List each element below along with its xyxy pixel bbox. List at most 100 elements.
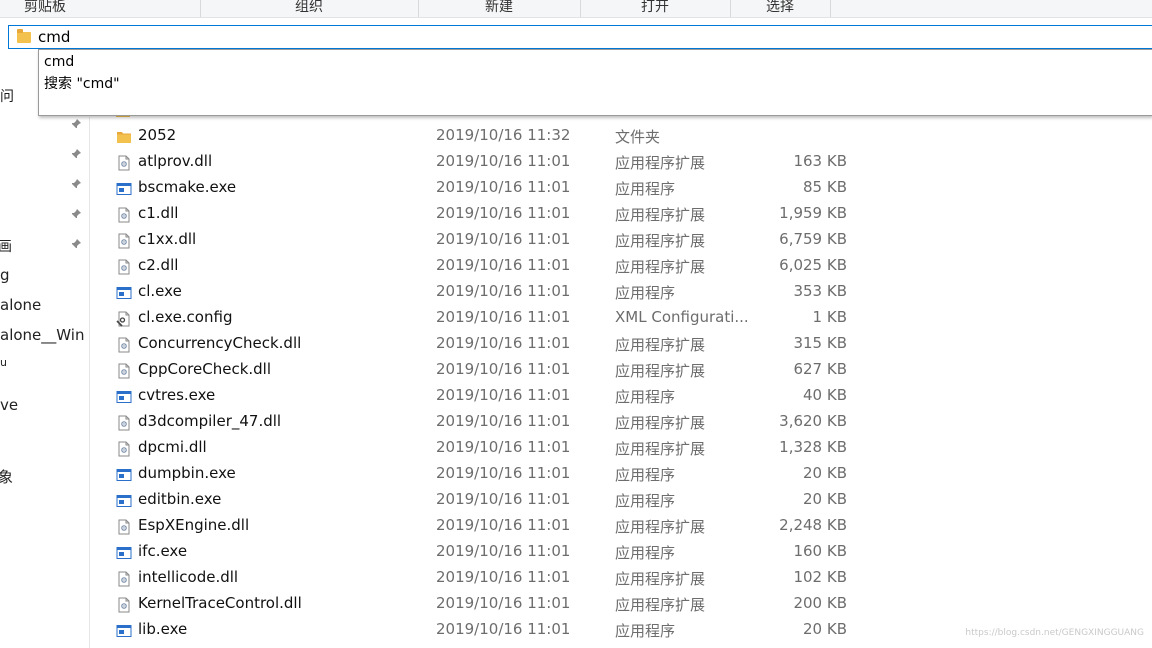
file-type: 应用程序扩展 [615,154,706,172]
file-row[interactable]: CppCoreCheck.dll 2019/10/16 11:01 应用程序扩展 62… [0,358,1152,384]
exe-icon [116,181,132,197]
file-date: 2019/10/16 11:01 [436,594,571,612]
file-row[interactable]: ifc.exe 2019/10/16 11:01 应用程序 160 KB [0,540,1152,566]
file-name: dumpbin.exe [138,464,236,482]
ribbon-group-open[interactable]: 打开 [580,0,731,17]
file-row[interactable]: cvtres.exe 2019/10/16 11:01 应用程序 40 KB [0,384,1152,410]
file-row[interactable]: c1.dll 2019/10/16 11:01 应用程序扩展 1,959 KB [0,202,1152,228]
file-size: 1,328 KB [779,438,847,456]
dll-icon [116,337,132,353]
file-row[interactable]: KernelTraceControl.dll 2019/10/16 11:01 应用… [0,592,1152,618]
file-name: dpcmi.dll [138,438,207,456]
address-input[interactable] [38,27,1038,47]
dll-icon [116,519,132,535]
file-date: 2019/10/16 11:01 [436,490,571,508]
file-type: 应用程序扩展 [615,570,706,588]
ribbon-group-clipboard[interactable]: 剪贴板 [0,0,201,17]
autocomplete-option-cmd[interactable]: cmd [44,51,74,73]
file-row[interactable]: bscmake.exe 2019/10/16 11:01 应用程序 85 KB [0,176,1152,202]
file-name: cvtres.exe [138,386,216,404]
file-row[interactable]: editbin.exe 2019/10/16 11:01 应用程序 20 KB [0,488,1152,514]
watermark: https://blog.csdn.net/GENGXINGGUANG [965,628,1144,638]
file-type: 应用程序扩展 [615,206,706,224]
file-date: 2019/10/16 11:01 [436,620,571,638]
file-date: 2019/10/16 11:01 [436,230,571,248]
dll-icon [116,233,132,249]
file-date: 2019/10/16 11:01 [436,360,571,378]
file-row[interactable]: EspXEngine.dll 2019/10/16 11:01 应用程序扩展 2,24… [0,514,1152,540]
file-size: 6,759 KB [779,230,847,248]
file-name: CppCoreCheck.dll [138,360,272,378]
file-name: intellicode.dll [138,568,239,586]
file-date: 2019/10/16 11:01 [436,542,571,560]
dll-icon [116,571,132,587]
exe-icon [116,285,132,301]
dll-icon [116,441,132,457]
ribbon-group-organize[interactable]: 组织 [200,0,419,17]
file-date: 2019/10/16 11:01 [436,178,571,196]
config-icon [116,311,132,327]
file-size: 20 KB [803,464,847,482]
file-type: 应用程序 [615,492,676,510]
file-type: 文件夹 [615,128,661,146]
exe-icon [116,545,132,561]
file-name: c2.dll [138,256,179,274]
file-name: ifc.exe [138,542,188,560]
file-row[interactable]: d3dcompiler_47.dll 2019/10/16 11:01 应用程序扩展… [0,410,1152,436]
ribbon-group-select[interactable]: 选择 [730,0,831,17]
file-row[interactable]: intellicode.dll 2019/10/16 11:01 应用程序扩展 102… [0,566,1152,592]
file-row[interactable]: c1xx.dll 2019/10/16 11:01 应用程序扩展 6,759 KB [0,228,1152,254]
autocomplete-dropdown: cmd 搜索 "cmd" [38,49,1152,116]
file-type: 应用程序扩展 [615,362,706,380]
file-name: cl.exe.config [138,308,233,326]
exe-icon [116,493,132,509]
file-date: 2019/10/16 11:01 [436,204,571,222]
address-bar[interactable] [8,25,1152,49]
exe-icon [116,467,132,483]
file-name: KernelTraceControl.dll [138,594,302,612]
file-type: 应用程序扩展 [615,518,706,536]
file-size: 627 KB [793,360,847,378]
file-date: 2019/10/16 11:01 [436,152,571,170]
file-date: 2019/10/16 11:32 [436,126,571,144]
file-size: 2,248 KB [779,516,847,534]
file-row[interactable]: ConcurrencyCheck.dll 2019/10/16 11:01 应用程序… [0,332,1152,358]
file-row[interactable]: cl.exe.config 2019/10/16 11:01 XML Configu… [0,306,1152,332]
file-row[interactable]: 2052 2019/10/16 11:32 文件夹 [0,124,1152,150]
file-type: 应用程序 [615,544,676,562]
file-row[interactable]: c2.dll 2019/10/16 11:01 应用程序扩展 6,025 KB [0,254,1152,280]
file-name: d3dcompiler_47.dll [138,412,282,430]
file-size: 160 KB [793,542,847,560]
file-row[interactable]: cl.exe 2019/10/16 11:01 应用程序 353 KB [0,280,1152,306]
file-type: 应用程序扩展 [615,258,706,276]
file-size: 353 KB [793,282,847,300]
file-date: 2019/10/16 11:01 [436,282,571,300]
ribbon-bar: 剪贴板 组织 新建 打开 选择 [0,0,1152,18]
file-type: 应用程序 [615,180,676,198]
file-type: 应用程序扩展 [615,596,706,614]
ribbon-group-new[interactable]: 新建 [418,0,581,17]
file-date: 2019/10/16 11:01 [436,412,571,430]
file-row[interactable]: dpcmi.dll 2019/10/16 11:01 应用程序扩展 1,328 KB [0,436,1152,462]
file-type: 应用程序扩展 [615,414,706,432]
file-type: 应用程序扩展 [615,336,706,354]
file-size: 200 KB [793,594,847,612]
file-size: 3,620 KB [779,412,847,430]
file-name: 2052 [138,126,177,144]
exe-icon [116,623,132,639]
file-name: atlprov.dll [138,152,213,170]
nav-item-fragment[interactable]: 问 [0,86,14,106]
dll-icon [116,363,132,379]
file-size: 102 KB [793,568,847,586]
file-date: 2019/10/16 11:01 [436,308,571,326]
file-name: c1.dll [138,204,179,222]
autocomplete-option-search[interactable]: 搜索 "cmd" [44,73,120,95]
file-size: 40 KB [803,386,847,404]
dll-icon [116,207,132,223]
file-row[interactable]: atlprov.dll 2019/10/16 11:01 应用程序扩展 163 KB [0,150,1152,176]
file-name: EspXEngine.dll [138,516,250,534]
file-size: 85 KB [803,178,847,196]
file-date: 2019/10/16 11:01 [436,256,571,274]
file-size: 315 KB [793,334,847,352]
file-row[interactable]: dumpbin.exe 2019/10/16 11:01 应用程序 20 KB [0,462,1152,488]
